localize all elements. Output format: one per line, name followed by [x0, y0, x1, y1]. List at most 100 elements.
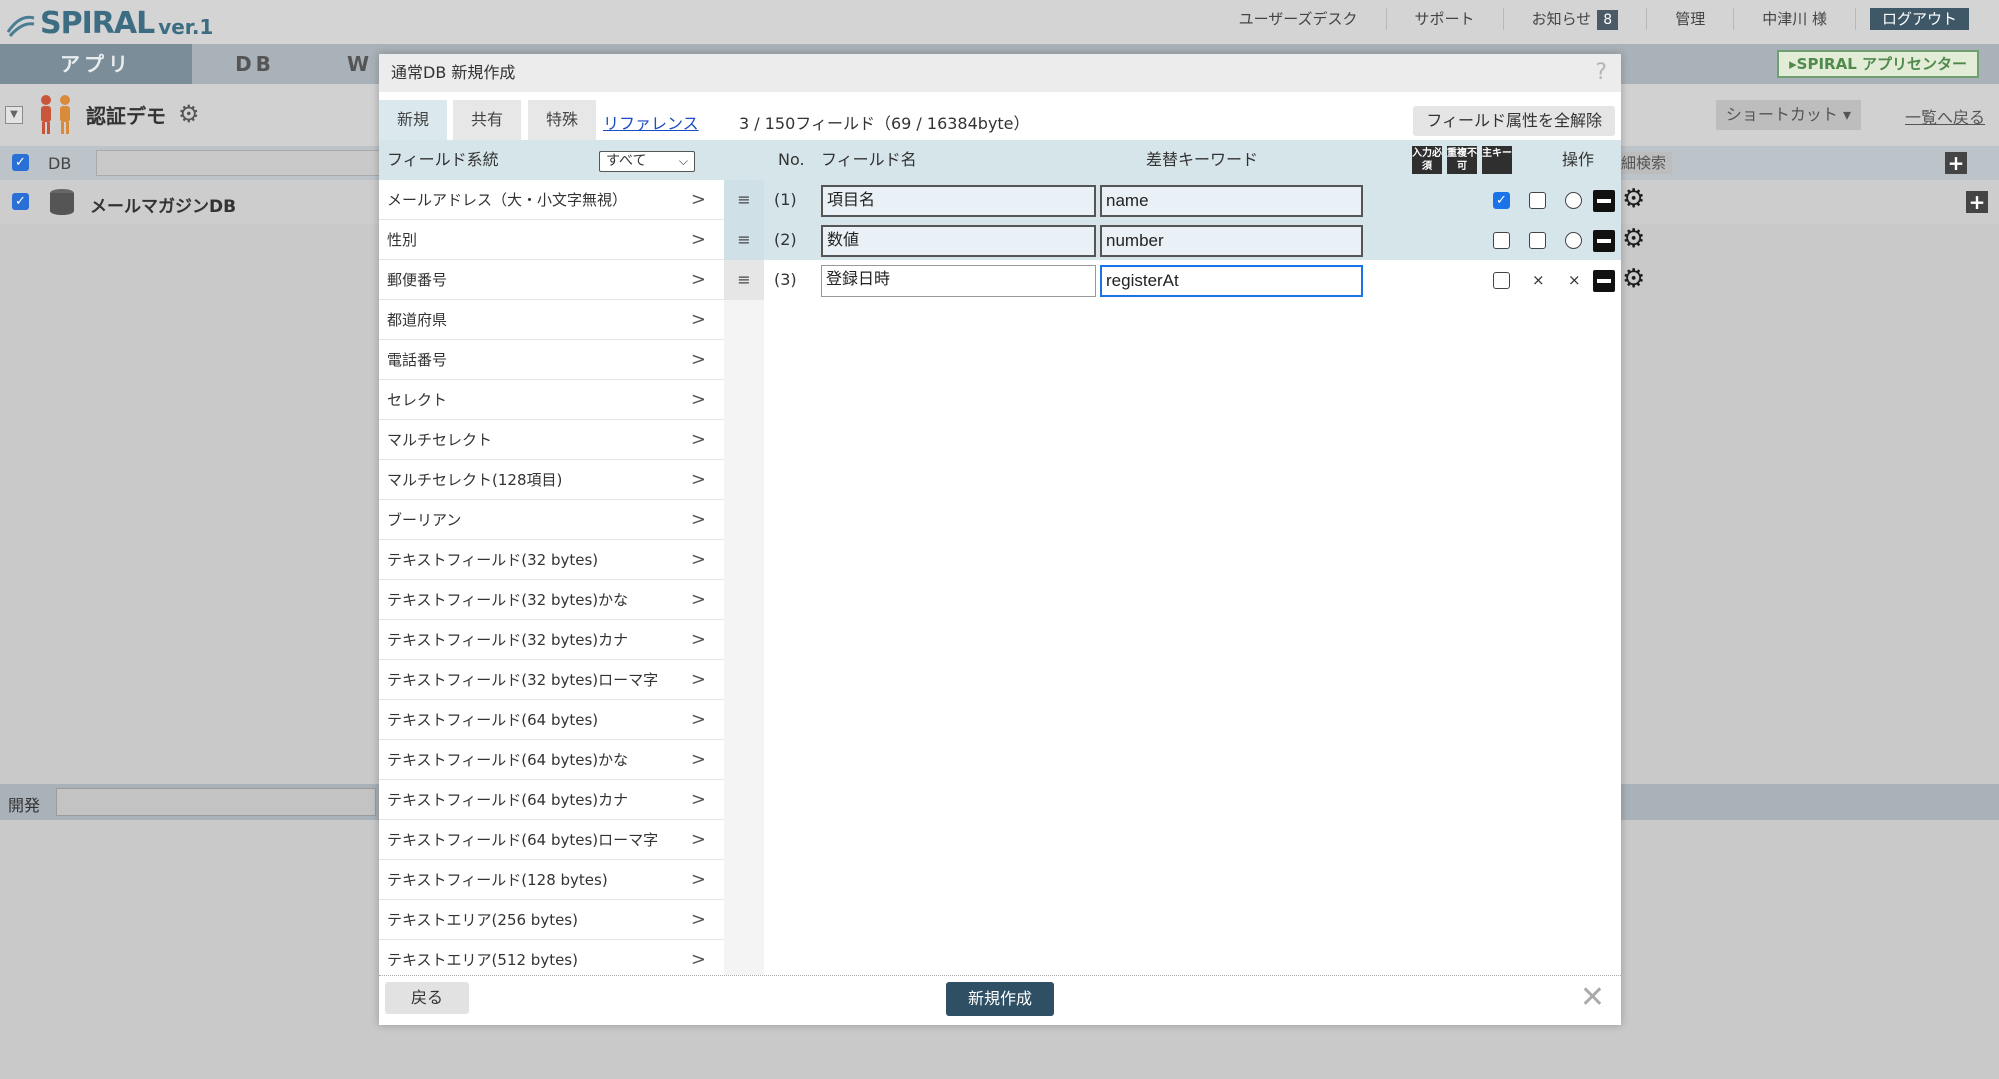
field-type-item[interactable]: テキストフィールド(32 bytes)カナ >: [379, 620, 724, 660]
primary-key-radio[interactable]: [1565, 192, 1582, 209]
field-type-item[interactable]: テキストフィールド(32 bytes)かな >: [379, 580, 724, 620]
field-row: ≡ (1) 項目名 name ✓ ⚙: [724, 180, 1645, 220]
field-type-filter-select[interactable]: すべて ⌵: [599, 151, 695, 172]
create-button[interactable]: 新規作成: [946, 982, 1054, 1016]
tab-special[interactable]: 特殊: [528, 100, 596, 140]
remove-field-icon[interactable]: [1593, 230, 1615, 252]
close-icon[interactable]: ✕: [1580, 980, 1605, 1016]
logo-version: ver.1: [158, 15, 214, 39]
drag-handle-icon[interactable]: ≡: [724, 180, 764, 220]
keyword-input[interactable]: registerAt: [1100, 265, 1363, 297]
chevron-right-icon: >: [690, 869, 706, 890]
required-checkbox[interactable]: ✓: [1493, 192, 1510, 209]
logo-text: SPIRAL: [40, 6, 155, 41]
field-type-item[interactable]: テキストフィールド(32 bytes)ローマ字 >: [379, 660, 724, 700]
nav-support[interactable]: サポート: [1387, 8, 1504, 30]
spiral-logo[interactable]: SPIRAL ver.1: [6, 4, 213, 40]
tab-reference-link[interactable]: リファレンス: [603, 110, 699, 134]
chevron-right-icon: >: [690, 269, 706, 290]
required-checkbox[interactable]: [1493, 272, 1510, 289]
db-select-all-checkbox[interactable]: ✓: [12, 154, 29, 171]
drag-handle-icon[interactable]: ≡: [724, 260, 764, 300]
detail-search-button[interactable]: 細検索: [1615, 152, 1673, 174]
modal-tab-row: 新規 共有 特殊 リファレンス 3 / 150フィールド（69 / 16384b…: [379, 92, 1621, 140]
field-type-label: マルチセレクト(128項目): [387, 471, 563, 489]
nav-user-name[interactable]: 中津川 様: [1734, 8, 1856, 30]
required-checkbox[interactable]: [1493, 232, 1510, 249]
unique-unavailable-mark: ×: [1532, 271, 1545, 289]
back-to-list-link[interactable]: 一覧へ戻る: [1905, 104, 1985, 128]
field-type-item[interactable]: マルチセレクト >: [379, 420, 724, 460]
field-settings-gear-icon[interactable]: ⚙: [1622, 264, 1645, 294]
unique-checkbox[interactable]: [1529, 192, 1546, 209]
field-type-item[interactable]: テキストエリア(256 bytes) >: [379, 900, 724, 940]
app-settings-gear-icon[interactable]: ⚙: [178, 100, 200, 128]
people-icon: [41, 95, 70, 134]
db-row-checkbox[interactable]: ✓: [12, 193, 29, 210]
nav-notice[interactable]: お知らせ 8: [1504, 8, 1648, 30]
db-name[interactable]: メールマガジンDB: [90, 192, 236, 217]
remove-field-icon[interactable]: [1593, 190, 1615, 212]
tab-w[interactable]: W: [340, 44, 380, 84]
field-name-input[interactable]: 数値: [821, 225, 1096, 257]
add-db-icon[interactable]: +: [1945, 152, 1967, 174]
field-type-item[interactable]: テキストフィールド(64 bytes)かな >: [379, 740, 724, 780]
field-type-item[interactable]: 電話番号 >: [379, 340, 724, 380]
chevron-right-icon: >: [690, 349, 706, 370]
field-number: (3): [774, 270, 797, 289]
column-header-row: フィールド系統 すべて ⌵ No. フィールド名 差替キーワード 入力必須 重複…: [379, 140, 1621, 180]
dev-search-input[interactable]: [56, 788, 376, 816]
field-type-item[interactable]: 性別 >: [379, 220, 724, 260]
remove-field-icon[interactable]: [1593, 270, 1615, 292]
tab-new[interactable]: 新規: [379, 100, 447, 140]
field-type-item[interactable]: テキストフィールド(64 bytes) >: [379, 700, 724, 740]
field-type-header: フィールド系統: [387, 150, 499, 169]
field-type-item[interactable]: マルチセレクト(128項目) >: [379, 460, 724, 500]
field-type-item[interactable]: テキストフィールド(64 bytes)ローマ字 >: [379, 820, 724, 860]
field-type-item[interactable]: ブーリアン >: [379, 500, 724, 540]
app-center-button[interactable]: ▸SPIRAL アプリセンター: [1777, 50, 1979, 78]
field-name-input[interactable]: 登録日時: [821, 265, 1096, 297]
tab-shared[interactable]: 共有: [453, 100, 521, 140]
field-settings-gear-icon[interactable]: ⚙: [1622, 184, 1645, 214]
tab-db[interactable]: DB: [192, 44, 318, 84]
unique-attr-icon[interactable]: 重複不可: [1447, 146, 1477, 174]
field-type-item[interactable]: テキストフィールド(128 bytes) >: [379, 860, 724, 900]
drag-handle-icon[interactable]: ≡: [724, 220, 764, 260]
unique-checkbox[interactable]: [1529, 232, 1546, 249]
primary-key-attr-icon[interactable]: 主キー: [1482, 146, 1512, 174]
chevron-right-icon: >: [690, 909, 706, 930]
keyword-input[interactable]: name: [1100, 185, 1363, 217]
keyword-input[interactable]: number: [1100, 225, 1363, 257]
field-row: ≡ (3) 登録日時 registerAt × × ⚙: [724, 260, 1645, 300]
required-attr-icon[interactable]: 入力必須: [1412, 146, 1442, 174]
chevron-right-icon: >: [690, 549, 706, 570]
field-number: (2): [774, 230, 797, 249]
back-button[interactable]: 戻る: [385, 982, 469, 1014]
primary-key-radio[interactable]: [1565, 232, 1582, 249]
nav-users-desk[interactable]: ユーザーズデスク: [1211, 8, 1387, 30]
tab-app[interactable]: アプリ: [0, 44, 192, 84]
chevron-right-icon: >: [690, 429, 706, 450]
shortcut-button[interactable]: ショートカット ▾: [1715, 100, 1861, 130]
field-type-filter-value: すべて: [606, 153, 647, 169]
field-settings-gear-icon[interactable]: ⚙: [1622, 224, 1645, 254]
shortcut-label: ショートカット: [1725, 105, 1838, 124]
field-name-input[interactable]: 項目名: [821, 185, 1096, 217]
field-type-item[interactable]: メールアドレス（大・小文字無視） >: [379, 180, 724, 220]
chevron-right-icon: >: [690, 709, 706, 730]
field-type-item[interactable]: テキストフィールド(64 bytes)カナ >: [379, 780, 724, 820]
db-row-add-icon[interactable]: +: [1966, 191, 1988, 213]
collapse-toggle-icon[interactable]: ▼: [5, 106, 23, 124]
field-type-item[interactable]: テキストエリア(512 bytes) >: [379, 940, 724, 975]
logout-button[interactable]: ログアウト: [1869, 8, 1969, 30]
db-search-input[interactable]: [96, 150, 386, 176]
chevron-right-icon: >: [690, 509, 706, 530]
field-type-item[interactable]: セレクト >: [379, 380, 724, 420]
field-type-item[interactable]: 郵便番号 >: [379, 260, 724, 300]
field-type-item[interactable]: テキストフィールド(32 bytes) >: [379, 540, 724, 580]
help-icon[interactable]: ?: [1595, 54, 1607, 92]
field-type-item[interactable]: 都道府県 >: [379, 300, 724, 340]
nav-admin[interactable]: 管理: [1647, 8, 1735, 30]
clear-attributes-button[interactable]: フィールド属性を全解除: [1413, 106, 1615, 136]
